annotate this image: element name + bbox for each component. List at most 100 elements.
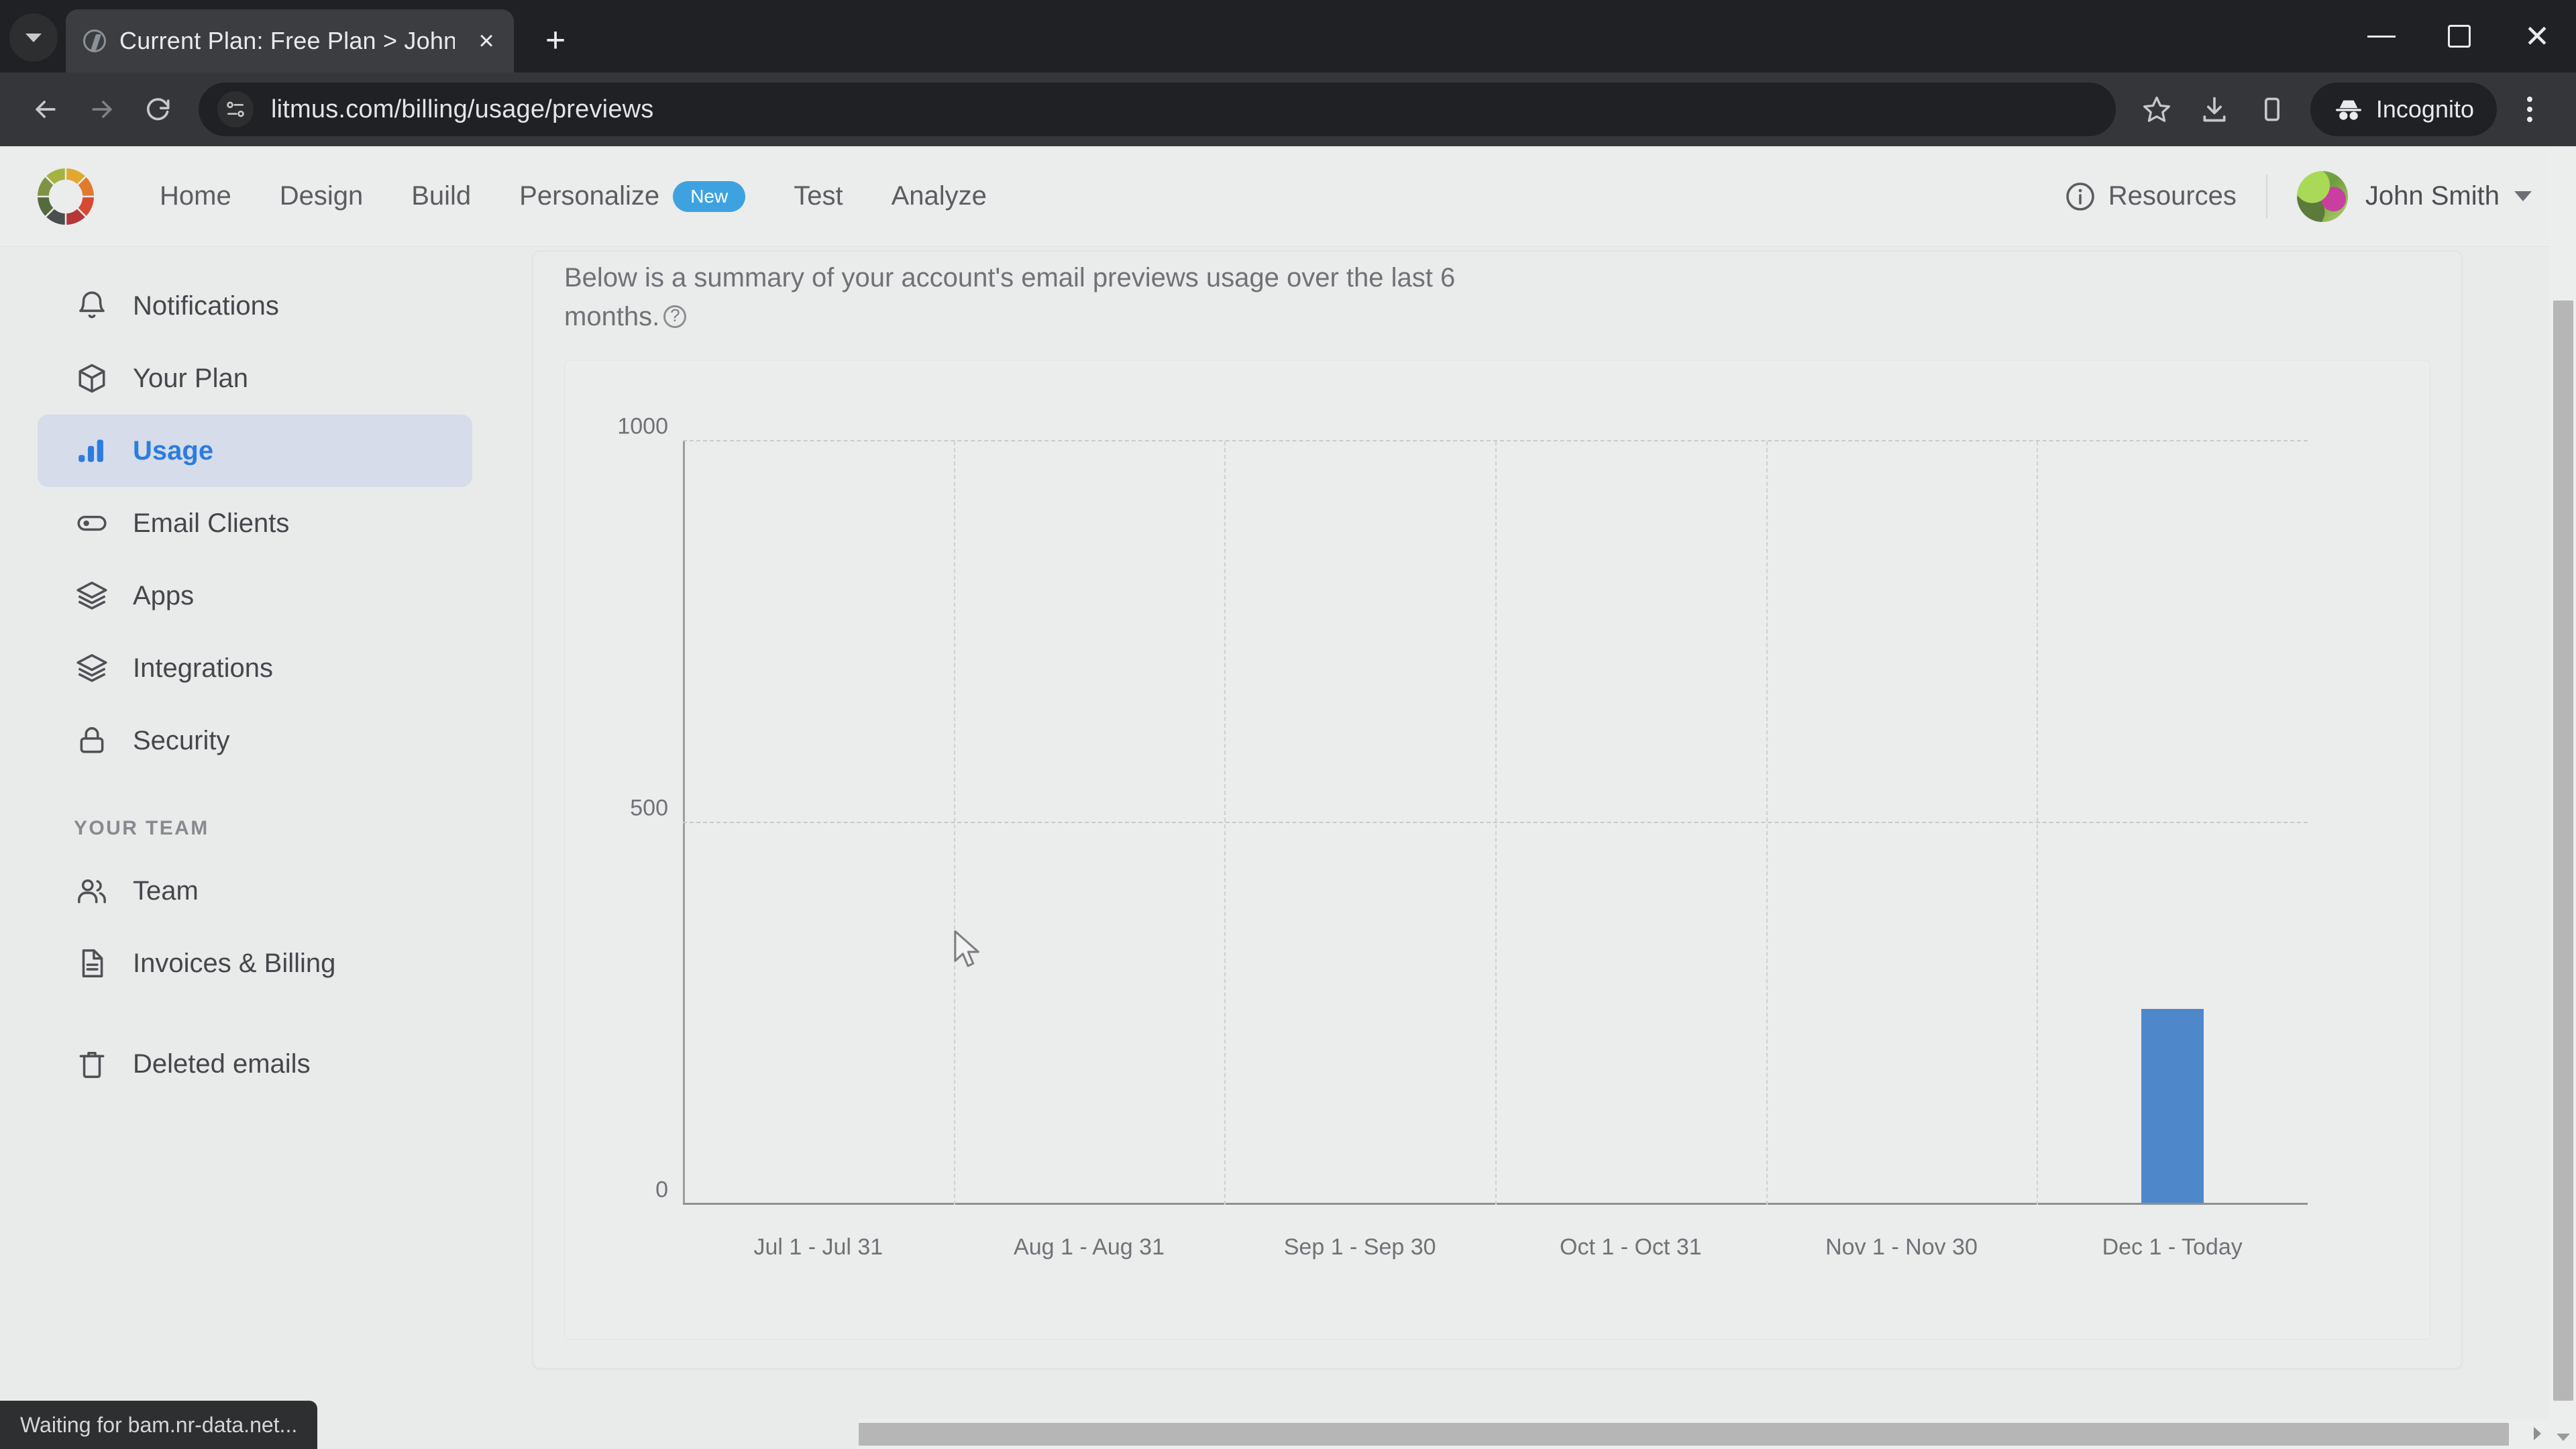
- y-axis-tick-label: 0: [655, 1177, 668, 1203]
- side-panel-button[interactable]: [2243, 80, 2301, 138]
- sidebar-item-email-clients[interactable]: Email Clients: [38, 487, 472, 559]
- litmus-color-wheel-logo[interactable]: [38, 168, 94, 225]
- users-icon: [74, 873, 110, 909]
- status-bar: Waiting for bam.nr-data.net...: [0, 1401, 318, 1449]
- star-icon: [2143, 96, 2170, 122]
- nav-item-build[interactable]: Build: [387, 181, 495, 211]
- maximize-button[interactable]: [2420, 0, 2498, 72]
- kebab-dot: [2527, 117, 2532, 122]
- kebab-dot: [2527, 97, 2532, 102]
- side-panel-icon: [2264, 97, 2279, 121]
- sidebar-item-label: Your Plan: [133, 363, 248, 393]
- sidebar-item-label: Security: [133, 725, 230, 755]
- user-name: John Smith: [2365, 181, 2500, 211]
- usage-description: Below is a summary of your account's ema…: [564, 252, 1503, 336]
- minimize-button[interactable]: [2343, 0, 2420, 72]
- nav-item-test[interactable]: Test: [769, 181, 867, 211]
- new-tab-button[interactable]: +: [537, 23, 574, 58]
- tab-search-button[interactable]: [9, 13, 58, 62]
- vertical-scrollbar[interactable]: [2549, 146, 2576, 1449]
- reload-button[interactable]: [130, 81, 186, 138]
- back-button[interactable]: [17, 81, 74, 138]
- scroll-right-arrow-icon[interactable]: [2534, 1427, 2541, 1440]
- downloads-button[interactable]: [2186, 80, 2243, 138]
- y-axis-tick-label: 1000: [617, 413, 668, 439]
- settings-sidebar: Notifications Your Plan Usage Email Clie…: [0, 247, 510, 1448]
- avatar[interactable]: [2296, 170, 2348, 222]
- resources-button[interactable]: Resources: [2064, 180, 2237, 213]
- nav-item-design[interactable]: Design: [256, 181, 388, 211]
- reload-icon: [147, 98, 170, 121]
- incognito-icon: [2335, 100, 2361, 120]
- arrow-left-icon: [36, 101, 56, 118]
- usage-description-text: Below is a summary of your account's ema…: [564, 263, 1456, 331]
- sidebar-item-invoices-billing[interactable]: Invoices & Billing: [38, 927, 472, 1000]
- sidebar-group-label: YOUR TEAM: [74, 817, 209, 839]
- kebab-dot: [2527, 107, 2532, 112]
- site-settings-icon[interactable]: [217, 91, 254, 127]
- toolbar-actions: Incognito: [2128, 80, 2559, 138]
- page-viewport: Home Design Build Personalize New Test A…: [0, 146, 2576, 1449]
- sidebar-item-deleted-emails[interactable]: Deleted emails: [38, 1028, 472, 1100]
- trash-icon: [74, 1046, 110, 1082]
- url-text: litmus.com/billing/usage/previews: [271, 95, 654, 123]
- window-controls: ✕: [2343, 0, 2576, 72]
- horizontal-scrollbar-thumb[interactable]: [859, 1423, 2509, 1446]
- nav-item-home[interactable]: Home: [136, 181, 256, 211]
- sidebar-item-team[interactable]: Team: [38, 855, 472, 927]
- close-tab-icon[interactable]: ×: [471, 28, 502, 54]
- forward-button[interactable]: [74, 81, 130, 138]
- info-circle-icon: [2065, 182, 2094, 211]
- x-axis-tick-label: Nov 1 - Nov 30: [1825, 1234, 1978, 1260]
- sidebar-item-security[interactable]: Security: [38, 704, 472, 777]
- browser-toolbar: litmus.com/billing/usage/previews Incogn…: [0, 72, 2576, 146]
- vertical-scrollbar-thumb[interactable]: [2553, 301, 2573, 1401]
- y-axis-tick-label: 500: [630, 795, 668, 821]
- sidebar-item-usage[interactable]: Usage: [38, 415, 472, 487]
- x-axis-tick-label: Sep 1 - Sep 30: [1283, 1234, 1436, 1260]
- bell-icon: [74, 288, 110, 324]
- arrow-right-icon: [92, 101, 112, 118]
- category-separator: [953, 441, 955, 1205]
- chevron-down-icon[interactable]: [2514, 191, 2532, 201]
- sidebar-item-label: Invoices & Billing: [133, 948, 336, 978]
- sidebar-item-apps[interactable]: Apps: [38, 559, 472, 632]
- browser-menu-button[interactable]: [2501, 80, 2559, 138]
- address-bar[interactable]: litmus.com/billing/usage/previews: [199, 83, 2116, 136]
- nav-item-analyze[interactable]: Analyze: [867, 181, 1011, 211]
- bar-chart-icon: [74, 433, 110, 469]
- chart-bar[interactable]: [2141, 1008, 2204, 1203]
- tab-title: Current Plan: Free Plan > John S: [119, 27, 455, 54]
- sidebar-item-label: Deleted emails: [133, 1049, 311, 1079]
- sidebar-item-your-plan[interactable]: Your Plan: [38, 342, 472, 415]
- usage-main: Below is a summary of your account's ema…: [510, 247, 2576, 1448]
- new-badge: New: [673, 180, 746, 212]
- x-axis-tick-label: Jul 1 - Jul 31: [753, 1234, 883, 1260]
- nav-item-personalize[interactable]: Personalize New: [495, 180, 769, 212]
- horizontal-scrollbar[interactable]: [859, 1419, 2549, 1449]
- resources-label: Resources: [2108, 181, 2237, 211]
- layers-icon: [74, 578, 110, 614]
- sidebar-item-notifications[interactable]: Notifications: [38, 270, 472, 342]
- sidebar-item-label: Team: [133, 875, 199, 906]
- sidebar-item-label: Email Clients: [133, 508, 290, 538]
- page-body: Notifications Your Plan Usage Email Clie…: [0, 247, 2576, 1448]
- category-separator: [1224, 441, 1226, 1205]
- primary-navigation: Home Design Build Personalize New Test A…: [136, 180, 1011, 212]
- minimize-icon: [2367, 35, 2396, 38]
- app-header: Home Design Build Personalize New Test A…: [0, 146, 2576, 247]
- browser-tab[interactable]: Current Plan: Free Plan > John S ×: [66, 9, 514, 72]
- bookmark-button[interactable]: [2128, 80, 2186, 138]
- sidebar-item-integrations[interactable]: Integrations: [38, 632, 472, 704]
- maximize-icon: [2448, 25, 2471, 48]
- incognito-indicator[interactable]: Incognito: [2310, 83, 2497, 136]
- incognito-label: Incognito: [2375, 95, 2474, 123]
- help-circle-icon[interactable]: [663, 304, 687, 328]
- usage-card: Below is a summary of your account's ema…: [533, 251, 2462, 1368]
- x-axis-tick-label: Oct 1 - Oct 31: [1560, 1234, 1702, 1260]
- close-window-button[interactable]: ✕: [2498, 0, 2576, 72]
- scroll-down-arrow-icon[interactable]: [2557, 1434, 2570, 1441]
- lock-icon: [74, 722, 110, 759]
- tab-strip: Current Plan: Free Plan > John S × + ✕: [0, 0, 2576, 72]
